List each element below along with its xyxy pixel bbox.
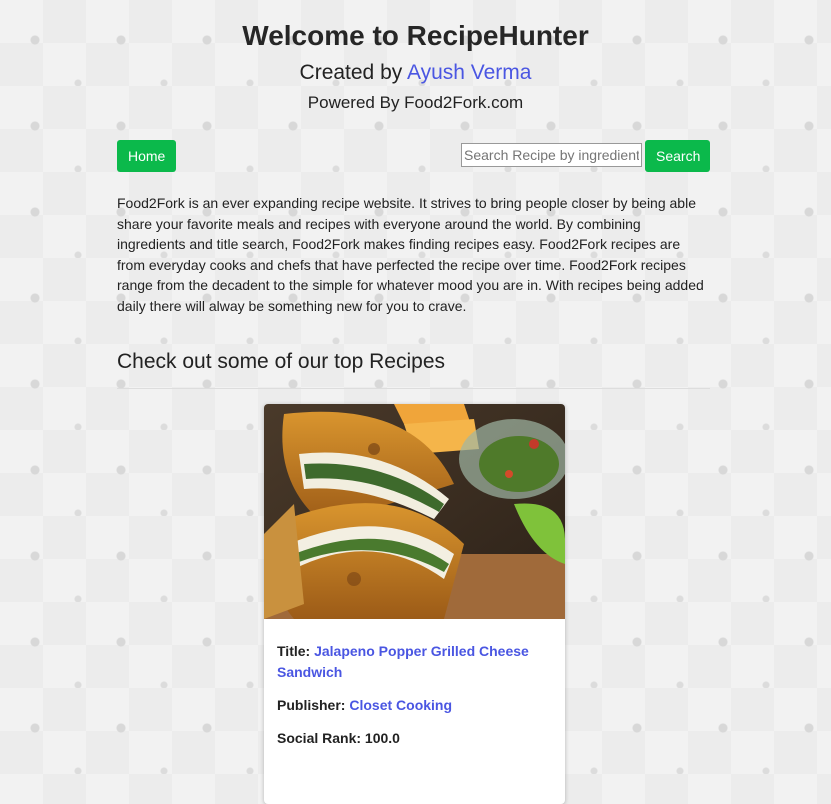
powered-by-text: Powered By Food2Fork.com [307,93,524,112]
recipe-publisher-label: Publisher: [277,697,346,713]
section-divider [117,388,710,389]
intro-paragraph: Food2Fork is an ever expanding recipe we… [117,195,704,314]
created-by-label: Created by [299,61,403,84]
page-title: Welcome to RecipeHunter [242,20,589,51]
recipe-publisher-link[interactable]: Closet Cooking [349,697,452,713]
section-title: Check out some of our top Recipes [117,350,446,373]
search-input[interactable] [461,143,642,167]
home-button[interactable]: Home [117,140,176,172]
recipe-rank-field: Social Rank: 100.0 [277,728,552,749]
recipe-rank-value: 100.0 [364,730,400,746]
recipe-image[interactable] [264,404,565,619]
search-button[interactable]: Search [645,140,710,172]
recipe-card: Title: Jalapeno Popper Grilled Cheese Sa… [264,404,565,804]
recipe-rank-label: Social Rank: [277,730,362,746]
created-by-line: Created by Ayush Verma [0,61,831,85]
recipe-title-field: Title: Jalapeno Popper Grilled Cheese Sa… [277,641,552,683]
author-link[interactable]: Ayush Verma [407,61,532,84]
recipe-title-label: Title: [277,643,311,659]
recipe-publisher-field: Publisher: Closet Cooking [277,695,552,716]
recipe-title-link[interactable]: Jalapeno Popper Grilled Cheese Sandwich [277,643,529,680]
